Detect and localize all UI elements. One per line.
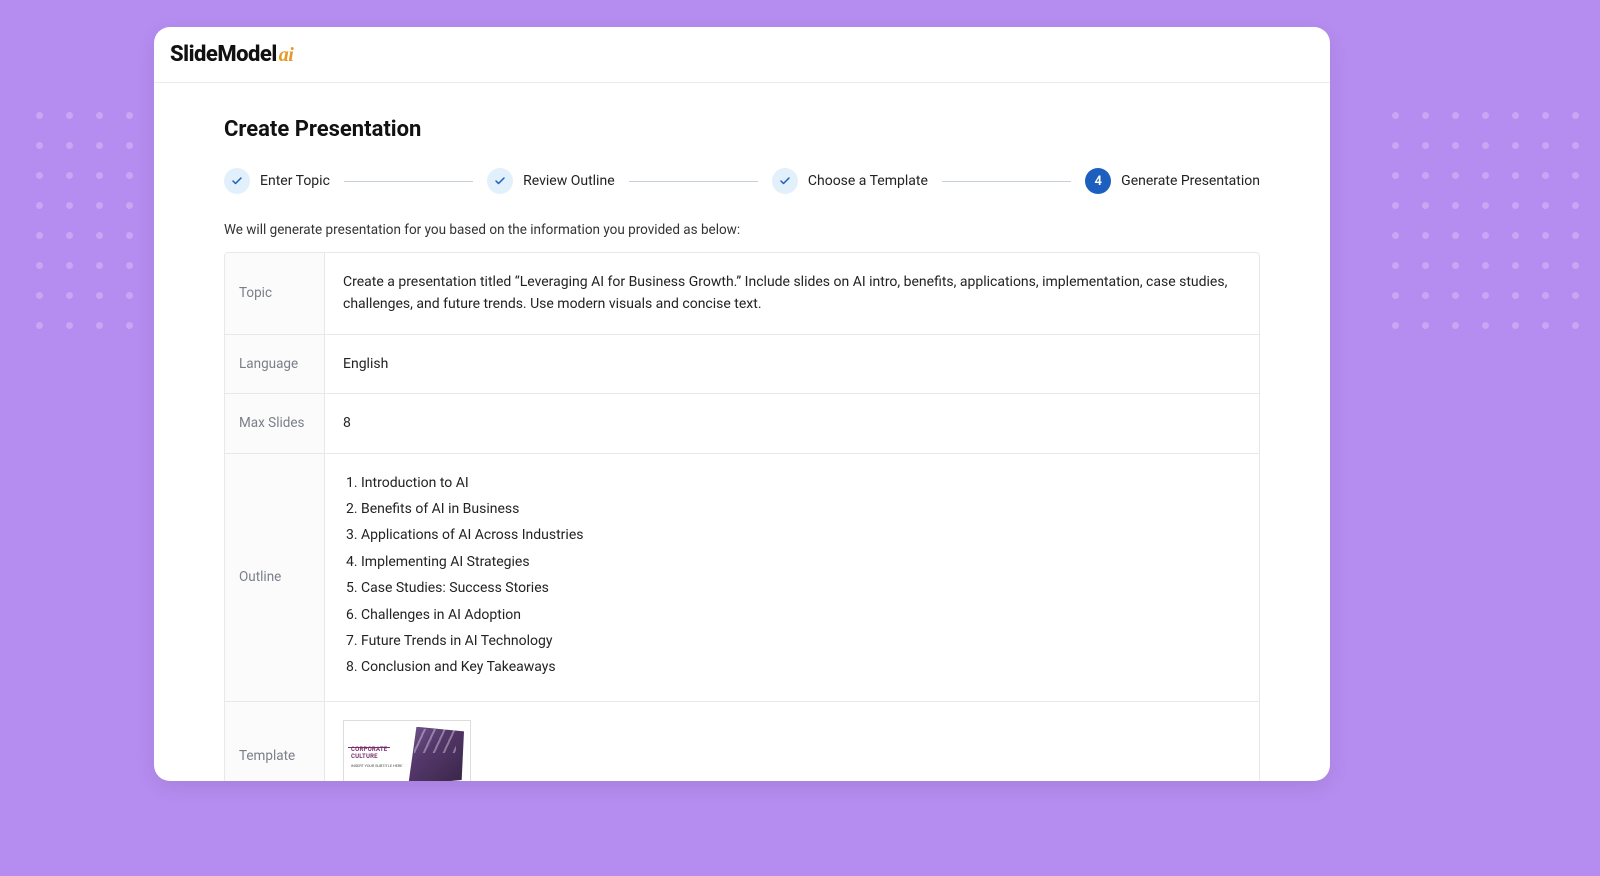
check-icon <box>772 168 798 194</box>
row-template: Template CORPORATE CULTURE INSERT YOUR S… <box>225 702 1259 781</box>
row-value-template: CORPORATE CULTURE INSERT YOUR SUBTITLE H… <box>325 702 1259 781</box>
summary-table: Topic Create a presentation titled “Leve… <box>224 252 1260 781</box>
stepper: Enter Topic Review Outline Choose a Temp… <box>224 168 1260 194</box>
topbar: SlideModelai <box>154 27 1330 83</box>
outline-item: Challenges in AI Adoption <box>361 604 1241 626</box>
row-value-outline: Introduction to AI Benefits of AI in Busi… <box>325 454 1259 701</box>
outline-item: Benefits of AI in Business <box>361 498 1241 520</box>
decorative-dots-right <box>1392 112 1600 330</box>
outline-item: Implementing AI Strategies <box>361 551 1241 573</box>
row-label-outline: Outline <box>225 454 325 701</box>
step-label: Review Outline <box>523 173 614 189</box>
step-choose-template[interactable]: Choose a Template <box>772 168 928 194</box>
row-label-template: Template <box>225 702 325 781</box>
app-panel: SlideModelai Create Presentation Enter T… <box>154 27 1330 781</box>
step-review-outline[interactable]: Review Outline <box>487 168 614 194</box>
template-thumbnail[interactable]: CORPORATE CULTURE INSERT YOUR SUBTITLE H… <box>343 720 471 781</box>
step-generate-presentation[interactable]: 4 Generate Presentation <box>1085 168 1260 194</box>
step-enter-topic[interactable]: Enter Topic <box>224 168 330 194</box>
row-outline: Outline Introduction to AI Benefits of AI… <box>225 454 1259 702</box>
outline-item: Conclusion and Key Takeaways <box>361 656 1241 678</box>
template-thumb-subtitle: INSERT YOUR SUBTITLE HERE <box>351 763 402 769</box>
content: Create Presentation Enter Topic Review O… <box>154 83 1330 781</box>
outline-item: Introduction to AI <box>361 472 1241 494</box>
row-value-topic: Create a presentation titled “Leveraging… <box>325 253 1259 334</box>
row-value-language: English <box>325 335 1259 393</box>
row-label-language: Language <box>225 335 325 393</box>
check-icon <box>487 168 513 194</box>
step-connector <box>344 181 473 182</box>
step-label: Enter Topic <box>260 173 330 189</box>
row-label-maxslides: Max Slides <box>225 394 325 452</box>
row-value-maxslides: 8 <box>325 394 1259 452</box>
step-label: Generate Presentation <box>1121 173 1260 189</box>
outline-item: Case Studies: Success Stories <box>361 577 1241 599</box>
template-thumb-title: CORPORATE CULTURE <box>351 747 387 761</box>
outline-item: Applications of AI Across Industries <box>361 524 1241 546</box>
intro-text: We will generate presentation for you ba… <box>224 222 1260 238</box>
template-shape-icon <box>406 727 464 781</box>
step-label: Choose a Template <box>808 173 928 189</box>
page-title: Create Presentation <box>224 117 1260 142</box>
check-icon <box>224 168 250 194</box>
outline-item: Future Trends in AI Technology <box>361 630 1241 652</box>
step-number-icon: 4 <box>1085 168 1111 194</box>
step-connector <box>629 181 758 182</box>
logo: SlideModelai <box>170 42 293 67</box>
row-label-topic: Topic <box>225 253 325 334</box>
logo-suffix: ai <box>279 44 294 66</box>
row-maxslides: Max Slides 8 <box>225 394 1259 453</box>
step-connector <box>942 181 1071 182</box>
logo-main: SlideModel <box>170 42 277 67</box>
row-language: Language English <box>225 335 1259 394</box>
row-topic: Topic Create a presentation titled “Leve… <box>225 253 1259 335</box>
thumb-title-l2: CULTURE <box>351 753 378 760</box>
